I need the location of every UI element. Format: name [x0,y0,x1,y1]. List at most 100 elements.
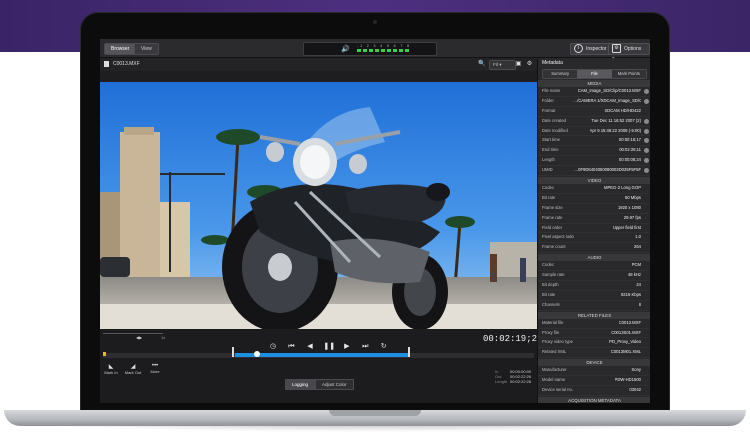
metadata-row: Codec MPEG-2 Long GOP [538,184,650,194]
go-to-end-icon[interactable]: ⏭ [360,343,370,351]
metadata-key: Codec [542,262,555,268]
speaker-icon[interactable]: 🔊 [341,45,350,53]
laptop-base [4,410,746,426]
metadata-key: Start time [542,137,560,143]
webcam [373,20,377,24]
mark-in-button[interactable]: ◣ Mark In [100,363,122,375]
metadata-key: Proxy video type [542,339,573,345]
metadata-key: Date modified [542,127,568,133]
metadata-key: Bit rate [542,291,556,297]
info-icon[interactable] [644,89,649,94]
tab-file[interactable]: File [577,70,612,78]
zoom-icon[interactable]: 🔍 [478,61,485,68]
video-frame-image [100,82,537,329]
info-icon[interactable] [644,168,649,174]
metadata-value: 00:00:08;24 [618,157,641,163]
metadata-key: Related XML [542,349,567,355]
metadata-value: Upper field first [612,224,641,230]
metadata-tabs: Summary File Mark Points [542,69,647,79]
metadata-key: Codec [542,185,555,191]
metadata-value: Apr 9 15:46:22 2008 (-5:00) [589,127,641,133]
metadata-row: Folder …/CAMERA 1/XDCAM_Image_SD/Clip [538,97,650,107]
metadata-key: Frame size [542,204,563,210]
metadata-section-header[interactable]: MEDIA [538,80,650,87]
metadata-key: Channels [542,301,560,307]
metadata-row: Device serial no. 03042 [538,386,650,396]
mark-out-button[interactable]: ◢ Mark Out [122,363,144,375]
metadata-key: Device serial no. [542,387,573,393]
metadata-value: Sony [631,367,641,373]
audio-level-meter: 🔊 -1 2 3 4 5 6 7 8 [303,42,437,56]
metadata-section-header[interactable]: DEVICE [538,359,650,367]
metadata-row: End time 00:02:25;11 [538,146,650,157]
tab-adjust-color[interactable]: Adjust Color [315,379,354,390]
out-point-marker[interactable] [408,347,410,357]
loop-icon[interactable]: ↻ [379,342,389,350]
timeline-selection [235,353,410,357]
info-icon: i [574,44,583,54]
metadata-section-header[interactable]: RELATED FILES [538,311,650,319]
metadata-value: …0F9D6404050080002D025F5F5F [573,167,641,173]
tab-browser[interactable]: Browser [104,43,137,55]
step-forward-icon[interactable]: ▶ [342,342,352,350]
metadata-key: Proxy file [542,329,560,335]
metadata-value: 00:02:25;11 [619,147,641,153]
tab-logging[interactable]: Logging [285,379,316,390]
metadata-row: UMID …0F9D6404050080002D025F5F5F [538,166,650,177]
playhead[interactable] [254,351,260,357]
playback-buttons: ◷ ⏮ ◀ ❚❚ ▶ ⏭ ↻ [268,335,393,350]
shuttle-track[interactable] [103,333,163,334]
clock-icon[interactable]: ◷ [268,342,278,350]
pause-icon[interactable]: ❚❚ [323,342,335,350]
metadata-key: Bit depth [542,282,559,288]
metadata-section-header[interactable]: AUDIO [538,254,650,262]
tab-view[interactable]: View [134,43,159,55]
metadata-value: 264 [634,244,641,250]
more-button[interactable]: ••• More [144,363,166,374]
info-icon[interactable] [644,148,649,154]
inspector-button[interactable]: i Inspector [570,43,613,55]
video-viewer[interactable] [100,82,537,329]
metadata-key: Manufacturer [542,367,567,373]
metadata-value: 1920 x 1080 [617,204,641,210]
metadata-value: C0013M01.XML [610,349,641,355]
tab-summary[interactable]: Summary [543,70,578,78]
metadata-row: Bit depth 24 [538,281,650,291]
in-point-marker[interactable] [232,347,234,357]
metadata-value: Tue Dec 11 16:52 2007 (2) [591,117,641,123]
options-button[interactable]: ⚙Options ▾ [608,43,650,62]
step-back-icon[interactable]: ◀ [305,342,315,350]
info-icon[interactable] [644,158,649,164]
metadata-value: PD_Proxy_Video [609,339,641,345]
overlay-icon[interactable]: ▣ [515,61,522,68]
clip-name: C0013.MXF [113,61,140,67]
timecode-display: 00:02:19;20 [483,334,543,344]
metadata-key: Material file [542,319,564,325]
metadata-key: Date created [542,117,566,123]
metadata-value: 1.0 [635,234,641,240]
metadata-panel: Metadata Summary File Mark Points MEDIA F… [537,58,650,403]
info-icon[interactable] [644,138,649,144]
metadata-value: CAM_Image_SD/Clip/C0013.MXF [577,88,641,93]
fit-dropdown[interactable]: Fit ▾ [489,60,516,70]
info-icon[interactable] [644,118,649,124]
metadata-value: XDCAM HD/HD422 [604,107,641,113]
tab-mark-points[interactable]: Mark Points [611,70,646,78]
metadata-row: Model name PDW-HD1500 [538,376,650,387]
app-toolbar: Browser View 🔊 -1 2 3 4 5 6 7 8 i Inspect… [100,39,650,62]
settings-gear-icon[interactable]: ⚙ [526,61,533,68]
meter-bars [357,49,409,52]
metadata-value: MPEG-2 Long GOP [603,185,641,191]
length-timecode: 00:02:22:26 [510,379,532,384]
metadata-value: 48 kHz [627,272,641,278]
shuttle-icon[interactable]: ◀▶ [136,335,142,340]
transport-controls: ◀▶ 1x ◷ ⏮ ◀ ❚❚ ▶ ⏭ ↻ 00:02:19;20 ◣ Mark I… [100,329,542,403]
info-icon[interactable] [644,98,649,104]
timeline-start-marker [103,352,106,356]
metadata-section-header[interactable]: VIDEO [538,177,650,185]
metadata-row: Manufacturer Sony [538,366,650,377]
info-icon[interactable] [644,128,649,134]
metadata-key: Length [542,157,555,163]
go-to-start-icon[interactable]: ⏮ [286,343,296,351]
metadata-section-header[interactable]: ACQUISITION METADATA [538,396,650,403]
